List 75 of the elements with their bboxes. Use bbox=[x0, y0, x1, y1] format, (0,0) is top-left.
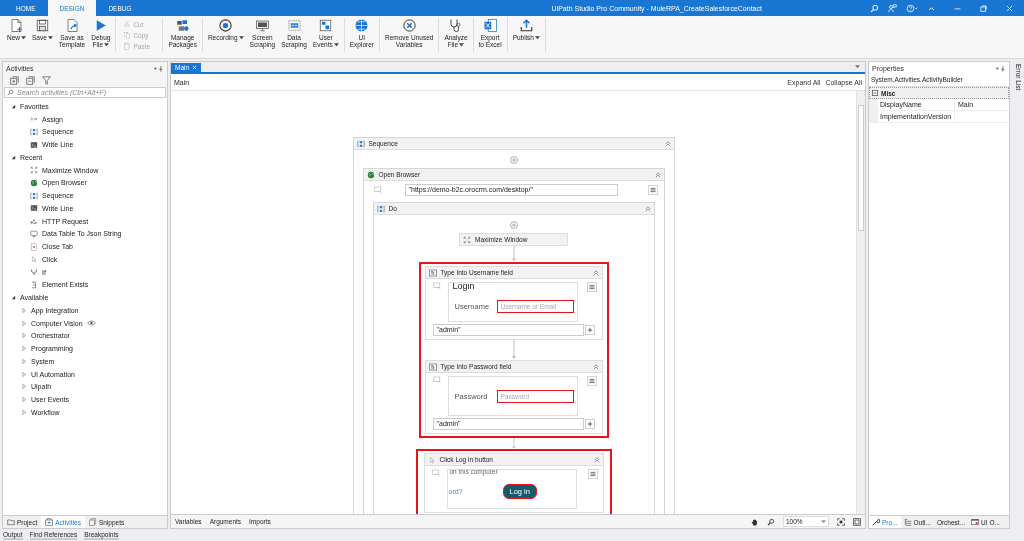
wrench-icon bbox=[872, 518, 880, 526]
connector-arrow bbox=[510, 438, 517, 449]
help-icon[interactable] bbox=[906, 3, 918, 13]
caret-icon[interactable] bbox=[855, 65, 860, 69]
menu-icon[interactable] bbox=[647, 184, 658, 195]
add-button[interactable] bbox=[584, 325, 595, 335]
pointer-icon bbox=[30, 255, 38, 264]
fit-to-screen-icon[interactable] bbox=[837, 517, 845, 526]
collapse-icon[interactable] bbox=[592, 363, 599, 370]
sequence-icon bbox=[376, 204, 385, 213]
search-icon bbox=[7, 89, 14, 96]
network-icon bbox=[30, 217, 38, 226]
sequence-icon bbox=[356, 139, 365, 148]
expander-icon[interactable] bbox=[11, 154, 16, 160]
sequence-icon bbox=[30, 191, 38, 200]
text-cursor-icon bbox=[428, 362, 437, 371]
console-icon bbox=[30, 204, 38, 213]
search-icon[interactable] bbox=[767, 517, 775, 526]
paste-icon bbox=[123, 42, 132, 50]
window-icon bbox=[971, 518, 980, 526]
document-icon bbox=[30, 242, 38, 251]
collapse-icon[interactable] bbox=[654, 171, 661, 178]
scrollbar[interactable] bbox=[856, 91, 865, 514]
restore-icon[interactable] bbox=[979, 3, 988, 13]
outline-icon bbox=[903, 518, 912, 526]
scissors-icon bbox=[123, 20, 132, 28]
activities-icon bbox=[45, 518, 54, 526]
stethoscope-icon bbox=[448, 18, 464, 33]
pin-icon[interactable] bbox=[153, 64, 164, 72]
filter-icon[interactable] bbox=[42, 76, 51, 85]
copy-icon bbox=[123, 31, 132, 39]
collapse-icon[interactable] bbox=[664, 140, 671, 147]
branch-icon bbox=[30, 268, 38, 277]
add-icon[interactable] bbox=[509, 221, 518, 229]
text-cursor-icon bbox=[428, 268, 437, 277]
close-icon[interactable] bbox=[1005, 3, 1014, 13]
upload-icon bbox=[518, 18, 534, 33]
sequence-icon bbox=[30, 127, 38, 136]
collapse-icon[interactable] bbox=[644, 205, 651, 212]
collapse-icon[interactable] bbox=[593, 456, 600, 463]
expander-icon[interactable] bbox=[11, 103, 16, 109]
expander-icon[interactable] bbox=[11, 295, 16, 301]
overview-icon[interactable] bbox=[853, 517, 861, 526]
login-heading: Login bbox=[452, 283, 476, 291]
hand-icon[interactable] bbox=[751, 517, 759, 526]
expand-arrows-icon bbox=[30, 166, 38, 175]
snippets-icon bbox=[88, 518, 97, 526]
pointer-icon bbox=[427, 455, 436, 464]
collapse-icon[interactable] bbox=[592, 269, 599, 276]
connector-arrow bbox=[510, 246, 517, 262]
close-icon[interactable] bbox=[192, 65, 198, 70]
search-icon[interactable] bbox=[870, 3, 879, 13]
menu-icon[interactable] bbox=[586, 282, 597, 292]
console-icon bbox=[30, 140, 38, 149]
monitor-icon bbox=[30, 229, 38, 238]
remove-icon bbox=[401, 18, 417, 33]
expand-all-icon[interactable] bbox=[10, 76, 19, 85]
add-icon[interactable] bbox=[509, 156, 518, 164]
menu-icon[interactable] bbox=[587, 469, 598, 479]
packages-icon bbox=[175, 18, 191, 33]
pin-icon[interactable] bbox=[995, 64, 1006, 72]
eye-icon bbox=[86, 320, 96, 327]
bracket-icon bbox=[30, 280, 38, 289]
feedback-icon[interactable] bbox=[888, 3, 897, 13]
record-icon bbox=[218, 18, 234, 33]
folder-icon bbox=[7, 518, 15, 526]
globe-icon bbox=[30, 178, 38, 187]
menu-icon[interactable] bbox=[586, 376, 597, 386]
expand-arrows-icon bbox=[463, 235, 471, 244]
add-button[interactable] bbox=[584, 419, 595, 429]
connector-arrow bbox=[510, 340, 517, 360]
collapse-icon[interactable] bbox=[872, 90, 878, 96]
caret-icon bbox=[821, 519, 826, 524]
collapse-all-icon[interactable] bbox=[26, 76, 35, 85]
globe-icon bbox=[366, 170, 375, 179]
